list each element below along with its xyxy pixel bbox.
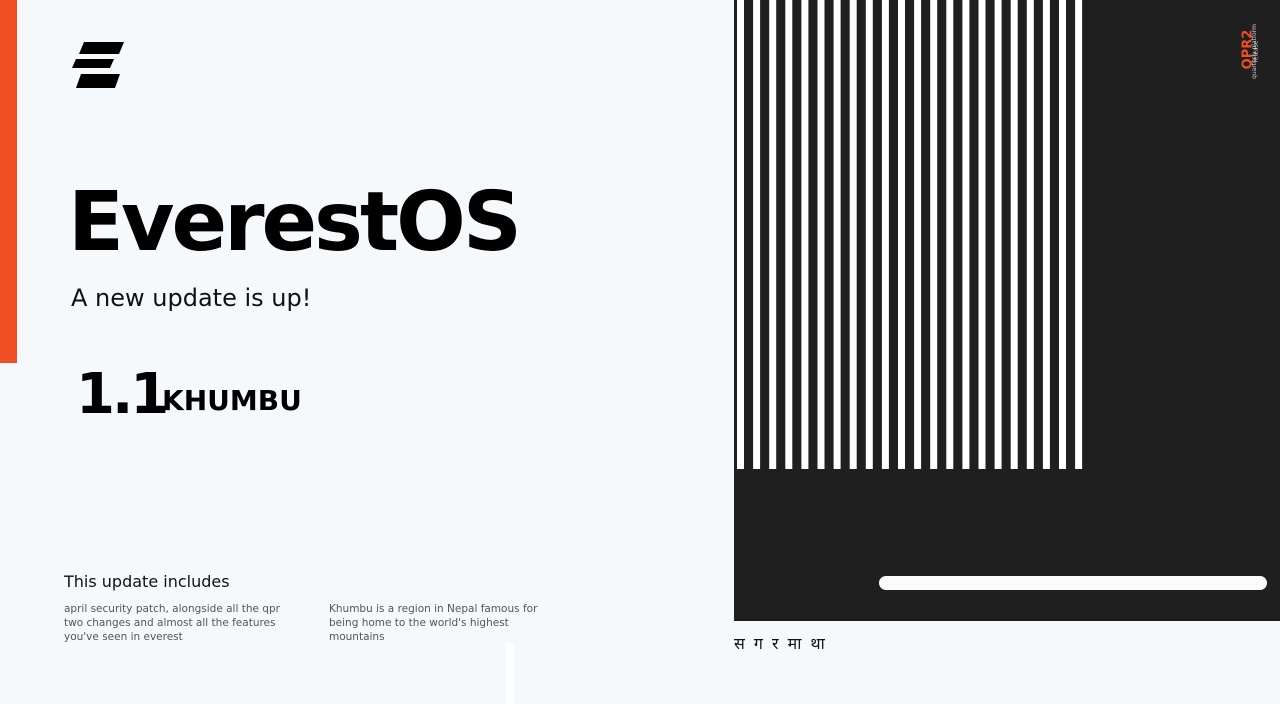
stripe [1026, 0, 1034, 469]
stripe [1075, 0, 1083, 469]
stripe [994, 0, 1002, 469]
stripe [817, 0, 825, 469]
nepali-caption: स ग र मा था [734, 634, 827, 653]
stripe [930, 0, 938, 469]
stripe [801, 0, 809, 469]
release-progress-bar [879, 576, 1267, 590]
stripe [785, 0, 793, 469]
stripe [737, 0, 744, 469]
divider [506, 643, 514, 704]
stripe [769, 0, 777, 469]
product-title: EverestOS [68, 175, 522, 270]
stripe [865, 0, 873, 469]
stripe [978, 0, 986, 469]
stripe [962, 0, 970, 469]
release-codename: KHUMBU [162, 384, 302, 417]
everest-e-logo-icon [72, 42, 124, 88]
stripe [898, 0, 905, 469]
stripe [1010, 0, 1018, 469]
stripe [1059, 0, 1066, 469]
stripe [1042, 0, 1050, 469]
update-description: april security patch, alongside all the … [64, 603, 280, 643]
stripe [753, 0, 761, 469]
qpr-badge-line2: release [1252, 40, 1260, 63]
release-poster: EverestOS A new update is up! 1.1 KHUMBU… [0, 0, 1280, 704]
update-subtitle: A new update is up! [71, 284, 312, 312]
stripe [881, 0, 889, 469]
codename-description: Khumbu is a region in Nepal famous for b… [329, 603, 538, 643]
stripe-pattern [734, 0, 1092, 469]
version-number: 1.1 [76, 362, 169, 427]
stripe [833, 0, 841, 469]
stripe [946, 0, 954, 469]
stripe [914, 0, 922, 469]
includes-heading: This update includes [64, 572, 230, 591]
accent-bar [0, 0, 17, 363]
qpr-badge: QPR2 quarterly platform release [1230, 20, 1274, 92]
stripe [849, 0, 857, 469]
